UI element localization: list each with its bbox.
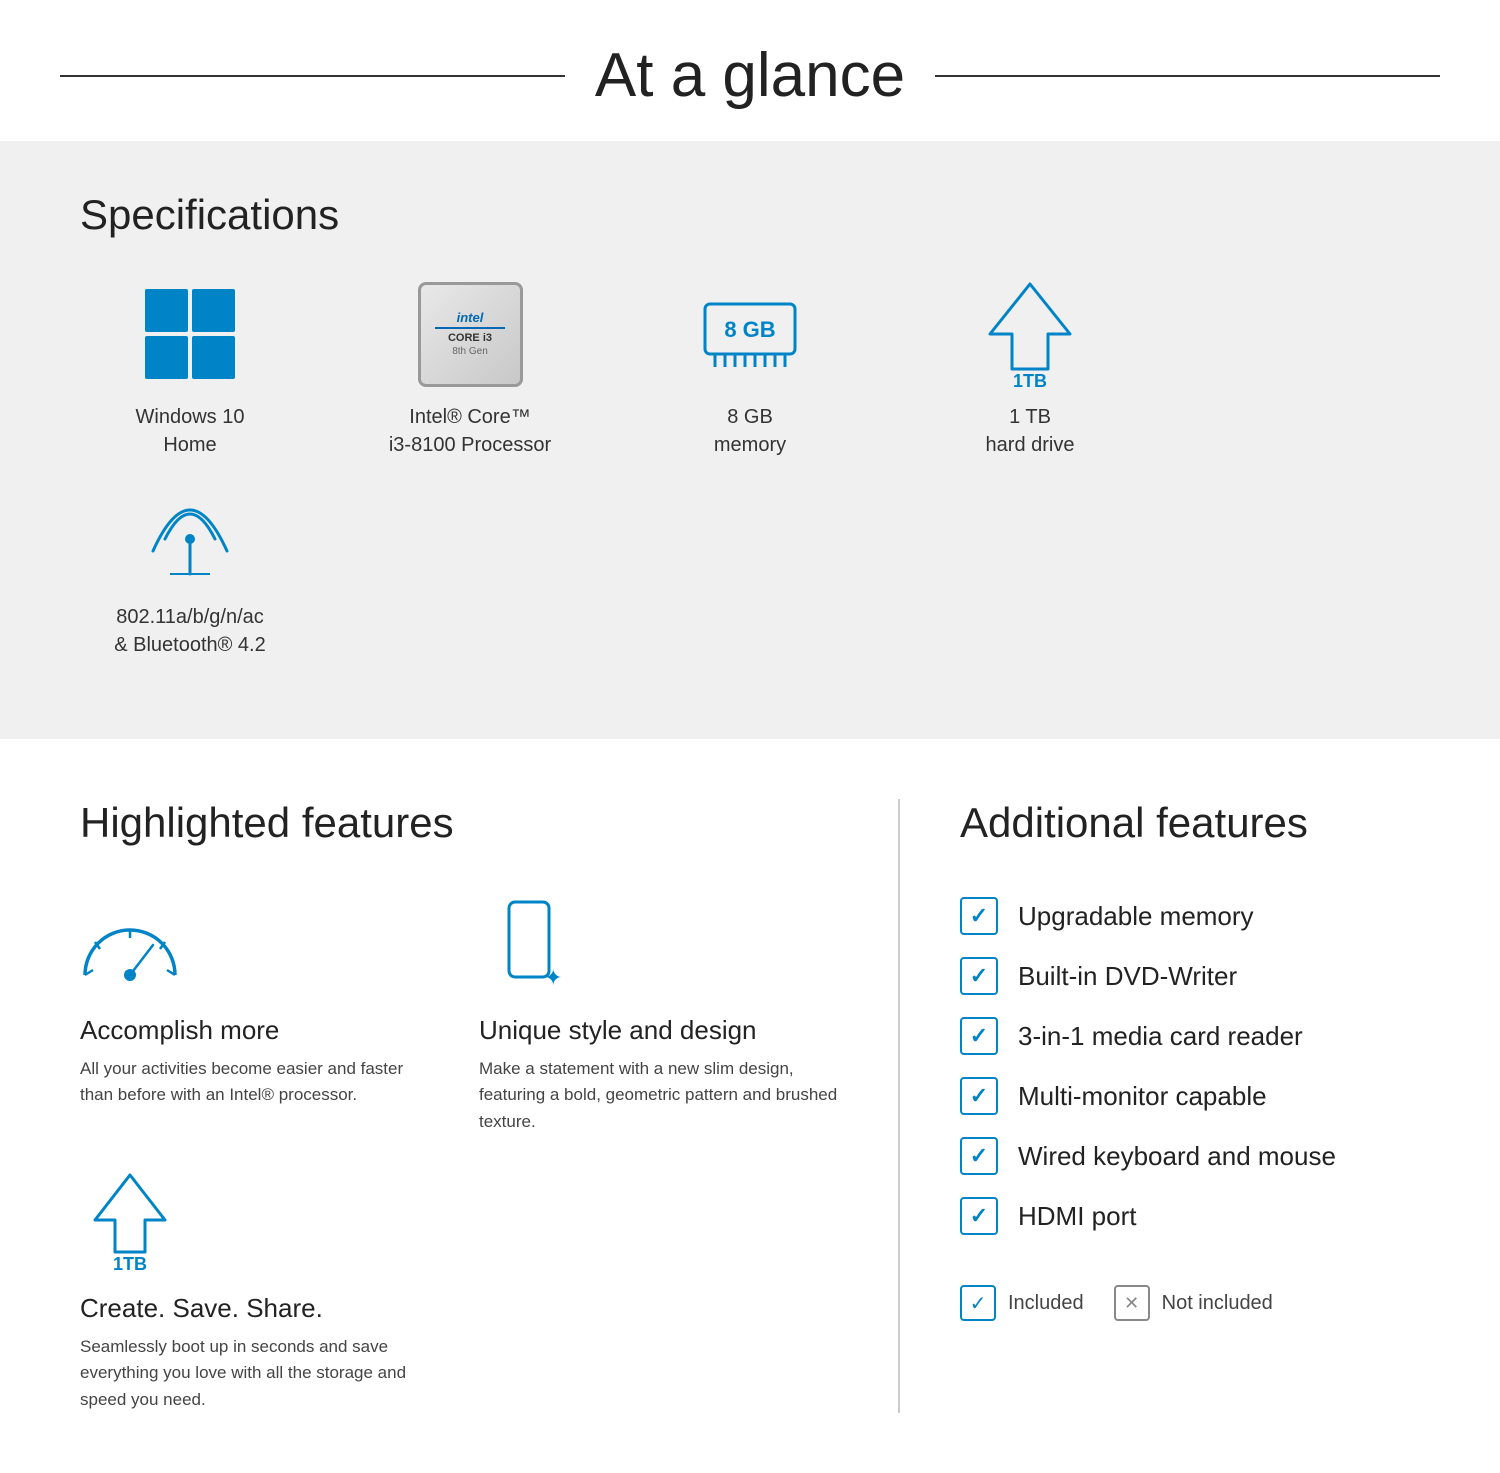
svg-text:✦: ✦ [544, 965, 562, 990]
additional-item-label: HDMI port [1018, 1201, 1136, 1232]
legend-included: ✓ Included [960, 1285, 1084, 1321]
additional-item-label: Built-in DVD-Writer [1018, 961, 1237, 992]
ram-icon: 8 GB [695, 279, 805, 389]
windows-icon [135, 279, 245, 389]
check-icon-4: ✓ [960, 1077, 998, 1115]
spec-windows-label: Windows 10Home [136, 403, 245, 459]
svg-text:1TB: 1TB [113, 1254, 147, 1274]
svg-text:8 GB: 8 GB [724, 317, 775, 342]
additional-features-section: Additional features ✓ Upgradable memory … [900, 799, 1420, 1413]
feature-storage-desc: Seamlessly boot up in seconds and save e… [80, 1334, 439, 1413]
list-item: ✓ Multi-monitor capable [960, 1077, 1420, 1115]
feature-style-name: Unique style and design [479, 1015, 838, 1046]
additional-item-label: Upgradable memory [1018, 901, 1254, 932]
check-icon-2: ✓ [960, 957, 998, 995]
feature-storage: 1TB Create. Save. Share. Seamlessly boot… [80, 1175, 439, 1413]
highlighted-features-section: Highlighted features [80, 799, 900, 1413]
windows-pane-br [192, 336, 235, 379]
legend-not-included-label: Not included [1162, 1292, 1273, 1315]
svg-text:1TB: 1TB [1013, 371, 1047, 391]
check-icon-6: ✓ [960, 1197, 998, 1235]
hdd-icon: 1TB [975, 279, 1085, 389]
phone-icon: ✦ [479, 897, 579, 997]
highlighted-title: Highlighted features [80, 799, 838, 847]
legend-not-included: ✕ Not included [1114, 1285, 1273, 1321]
spec-wifi: 802.11a/b/g/n/ac& Bluetooth® 4.2 [80, 479, 300, 659]
spec-memory: 8 GB 8 GBmemory [640, 279, 860, 459]
spec-memory-label: 8 GBmemory [714, 403, 786, 459]
speedometer-icon [80, 897, 180, 997]
spec-windows: Windows 10Home [80, 279, 300, 459]
page-title: At a glance [595, 40, 905, 111]
additional-title: Additional features [960, 799, 1420, 847]
feature-style-desc: Make a statement with a new slim design,… [479, 1056, 838, 1135]
wifi-icon [135, 479, 245, 589]
feature-storage-name: Create. Save. Share. [80, 1293, 439, 1324]
legend-x-icon: ✕ [1114, 1285, 1150, 1321]
list-item: ✓ Wired keyboard and mouse [960, 1137, 1420, 1175]
spec-processor-label: Intel® Core™i3-8100 Processor [389, 403, 551, 459]
legend-included-label: Included [1008, 1292, 1084, 1315]
tb-icon: 1TB [80, 1175, 180, 1275]
list-item: ✓ Upgradable memory [960, 897, 1420, 935]
spec-storage: 1TB 1 TBhard drive [920, 279, 1140, 459]
main-content: Highlighted features [0, 779, 1500, 1473]
additional-list: ✓ Upgradable memory ✓ Built-in DVD-Write… [960, 897, 1420, 1235]
feature-accomplish-desc: All your activities become easier and fa… [80, 1056, 439, 1109]
additional-item-label: Multi-monitor capable [1018, 1081, 1267, 1112]
page-header: At a glance [0, 0, 1500, 141]
spec-storage-label: 1 TBhard drive [986, 403, 1075, 459]
list-item: ✓ HDMI port [960, 1197, 1420, 1235]
check-icon-5: ✓ [960, 1137, 998, 1175]
check-icon-1: ✓ [960, 897, 998, 935]
list-item: ✓ 3-in-1 media card reader [960, 1017, 1420, 1055]
additional-item-label: 3-in-1 media card reader [1018, 1021, 1303, 1052]
feature-accomplish-name: Accomplish more [80, 1015, 439, 1046]
specs-title: Specifications [80, 191, 1420, 239]
specs-grid: Windows 10Home intel CORE i3 8th Gen Int… [80, 279, 1420, 679]
additional-item-label: Wired keyboard and mouse [1018, 1141, 1336, 1172]
header-line-left [60, 75, 565, 77]
feature-accomplish: Accomplish more All your activities beco… [80, 897, 439, 1135]
feature-style: ✦ Unique style and design Make a stateme… [479, 897, 838, 1135]
intel-logo-text: intel [457, 311, 484, 324]
legend-check-icon: ✓ [960, 1285, 996, 1321]
windows-pane-bl [145, 336, 188, 379]
windows-pane-tl [145, 289, 188, 332]
list-item: ✓ Built-in DVD-Writer [960, 957, 1420, 995]
windows-pane-tr [192, 289, 235, 332]
header-line-right [935, 75, 1440, 77]
intel-core-text: CORE i3 [448, 332, 492, 345]
intel-icon: intel CORE i3 8th Gen [415, 279, 525, 389]
specs-section: Specifications Windows 10Home intel CORE [0, 141, 1500, 739]
legend: ✓ Included ✕ Not included [960, 1285, 1420, 1321]
spec-wifi-label: 802.11a/b/g/n/ac& Bluetooth® 4.2 [114, 603, 266, 659]
check-icon-3: ✓ [960, 1017, 998, 1055]
intel-gen-text: 8th Gen [452, 346, 488, 357]
spec-processor: intel CORE i3 8th Gen Intel® Core™i3-810… [360, 279, 580, 459]
feature-grid: Accomplish more All your activities beco… [80, 897, 838, 1413]
